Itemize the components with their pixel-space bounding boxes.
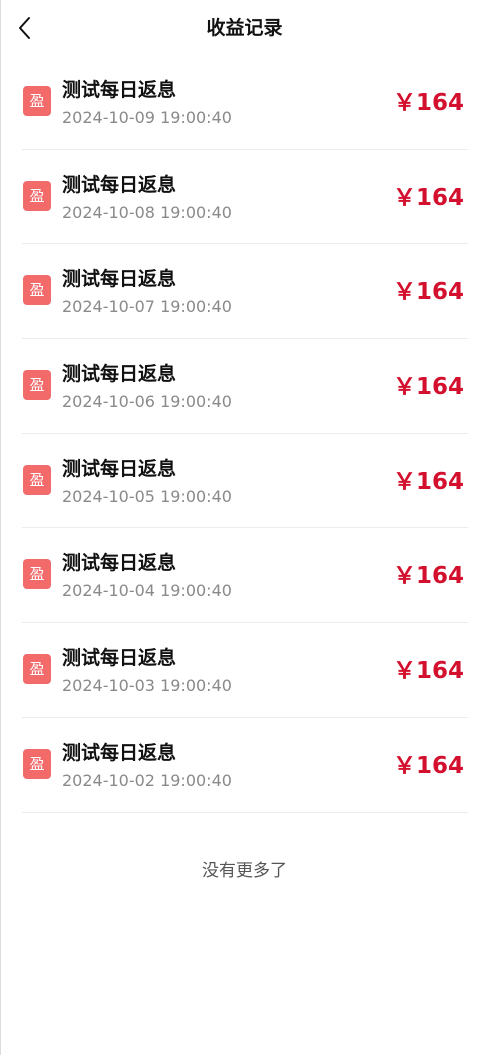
profit-badge-icon: 盈 xyxy=(23,275,51,306)
page-title: 收益记录 xyxy=(206,17,283,39)
record-title: 测试每日返息 xyxy=(62,741,177,764)
record-amount: ￥164 xyxy=(392,90,464,116)
record-title: 测试每日返息 xyxy=(62,268,177,291)
record-timestamp: 2024-10-06 19:00:40 xyxy=(62,392,232,412)
record-title: 测试每日返息 xyxy=(62,647,177,670)
record-timestamp: 2024-10-07 19:00:40 xyxy=(62,297,232,317)
no-more-text: 没有更多了 xyxy=(202,861,287,881)
record-title: 测试每日返息 xyxy=(62,457,177,480)
record-row[interactable]: 盈测试每日返息 2024-10-02 19:00:40 ￥164 xyxy=(22,718,468,813)
record-timestamp: 2024-10-03 19:00:40 xyxy=(62,676,232,696)
record-amount: ￥164 xyxy=(392,563,464,590)
record-timestamp: 2024-10-08 19:00:40 xyxy=(62,202,232,222)
record-timestamp: 2024-10-05 19:00:40 xyxy=(62,486,232,506)
record-timestamp: 2024-10-09 19:00:40 xyxy=(62,108,232,127)
record-title: 测试每日返息 xyxy=(62,363,177,386)
income-records-page: 收益记录 盈测试每日返息 2024-10-09 19:00:40 ￥164 盈测试每日… xyxy=(0,0,488,1055)
profit-badge-icon: 盈 xyxy=(23,180,51,211)
record-row[interactable]: 盈测试每日返息 2024-10-05 19:00:40 ￥164 xyxy=(22,434,468,529)
record-amount: ￥164 xyxy=(392,468,464,495)
profit-badge-icon: 盈 xyxy=(23,370,51,401)
record-row[interactable]: 盈测试每日返息 2024-10-03 19:00:40 ￥164 xyxy=(22,623,468,718)
profit-badge-icon: 盈 xyxy=(23,464,51,495)
profit-badge-icon: 盈 xyxy=(23,654,51,685)
record-amount: ￥164 xyxy=(392,279,464,306)
record-amount: ￥164 xyxy=(392,658,464,685)
record-amount: ￥164 xyxy=(392,752,464,779)
record-timestamp: 2024-10-02 19:00:40 xyxy=(62,770,232,790)
record-amount: ￥164 xyxy=(392,374,464,401)
record-row[interactable]: 盈测试每日返息 2024-10-04 19:00:40 ￥164 xyxy=(22,528,468,624)
profit-badge-icon: 盈 xyxy=(23,86,51,116)
record-timestamp: 2024-10-04 19:00:40 xyxy=(62,581,232,601)
record-title: 测试每日返息 xyxy=(62,173,177,196)
profit-badge-icon: 盈 xyxy=(23,748,51,779)
income-record-list: 盈测试每日返息 2024-10-09 19:00:40 ￥164 盈测试每日返息 202… xyxy=(22,55,468,813)
record-title: 测试每日返息 xyxy=(62,552,177,575)
record-row[interactable]: 盈测试每日返息 2024-10-06 19:00:40 ￥164 xyxy=(22,339,468,434)
record-row[interactable]: 盈测试每日返息 2024-10-09 19:00:40 ￥164 xyxy=(22,55,468,150)
record-row[interactable]: 盈测试每日返息 2024-10-07 19:00:40 ￥164 xyxy=(22,244,468,340)
profit-badge-icon: 盈 xyxy=(23,559,51,590)
record-title: 测试每日返息 xyxy=(62,79,177,101)
record-amount: ￥164 xyxy=(392,184,464,211)
record-row[interactable]: 盈测试每日返息 2024-10-08 19:00:40 ￥164 xyxy=(22,150,468,245)
nav-bar: 收益记录 xyxy=(1,0,488,56)
